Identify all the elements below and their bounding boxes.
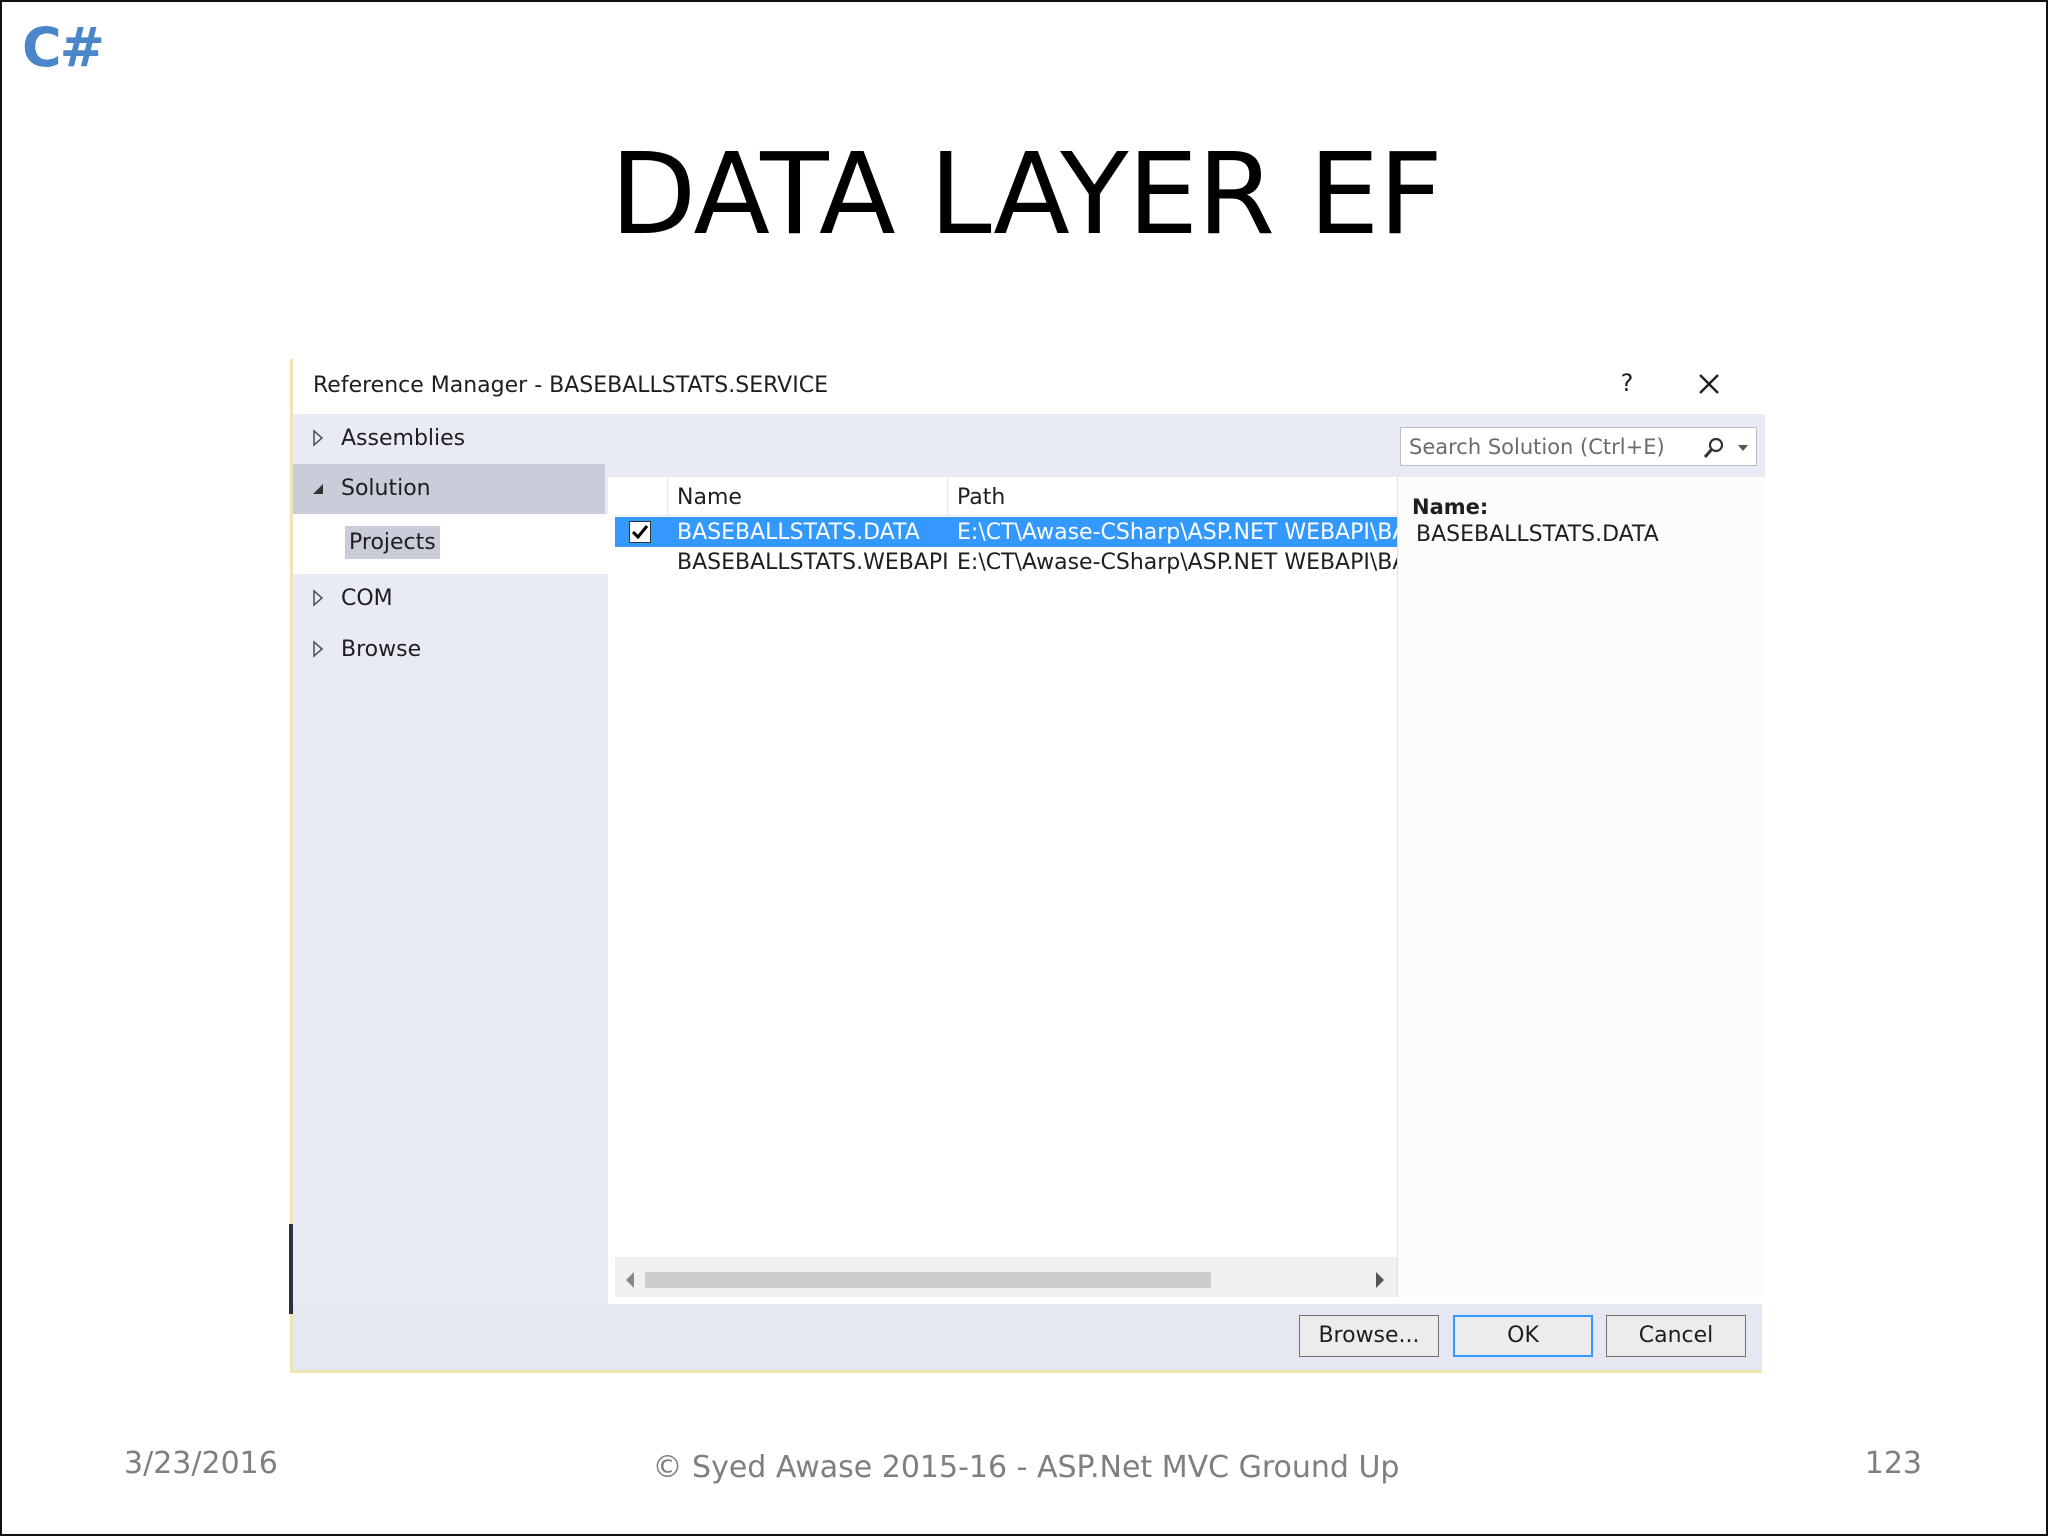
cancel-button[interactable]: Cancel (1606, 1315, 1746, 1357)
check-column-header (615, 477, 668, 515)
slide-title: DATA LAYER EF (610, 130, 1443, 260)
row-checkbox[interactable] (629, 521, 651, 543)
browse-button[interactable]: Browse... (1299, 1315, 1439, 1357)
row-name: BASEBALLSTATS.WEBAPI (677, 550, 949, 575)
horizontal-scrollbar[interactable] (615, 1257, 1397, 1297)
sidebar-item-projects[interactable]: Projects (293, 514, 608, 574)
expand-arrow-icon (313, 429, 324, 447)
help-button[interactable]: ? (1612, 369, 1642, 397)
reference-manager-dialog: Reference Manager - BASEBALLSTATS.SERVIC… (289, 359, 1765, 1373)
sidebar-item-label: Assemblies (341, 426, 466, 451)
row-path: E:\CT\Awase-CSharp\ASP.NET WEBAPI\BAS (957, 520, 1397, 545)
ok-button[interactable]: OK (1453, 1315, 1593, 1357)
close-button[interactable] (1694, 369, 1724, 399)
list-row[interactable]: BASEBALLSTATS.WEBAPI E:\CT\Awase-CSharp\… (615, 547, 1397, 577)
row-path: E:\CT\Awase-CSharp\ASP.NET WEBAPI\BAS (957, 550, 1397, 575)
projects-list: Name Path BASEBALLSTATS.DATA E:\CT\Awase… (615, 477, 1398, 1297)
footer-copyright: © Syed Awase 2015-16 - ASP.Net MVC Groun… (652, 1450, 1400, 1485)
list-row[interactable]: BASEBALLSTATS.DATA E:\CT\Awase-CSharp\AS… (615, 517, 1397, 547)
sidebar-item-label: Solution (341, 476, 431, 501)
row-name: BASEBALLSTATS.DATA (677, 520, 920, 545)
chevron-down-icon[interactable] (1738, 444, 1748, 452)
checkmark-icon (631, 525, 649, 540)
sidebar-item-solution[interactable]: Solution (293, 464, 605, 514)
close-icon (1699, 374, 1719, 394)
sidebar-item-com[interactable]: COM (293, 574, 608, 624)
sidebar-item-label: COM (341, 586, 393, 611)
collapse-arrow-icon (313, 484, 323, 494)
csharp-logo: C# (22, 16, 105, 79)
dialog-title: Reference Manager - BASEBALLSTATS.SERVIC… (313, 373, 828, 398)
search-placeholder: Search Solution (Ctrl+E) (1409, 435, 1665, 459)
details-pane: Name: BASEBALLSTATS.DATA (1398, 477, 1765, 1297)
sidebar-item-browse[interactable]: Browse (293, 625, 608, 675)
column-header-name[interactable]: Name (677, 485, 742, 510)
scroll-left-icon[interactable] (625, 1271, 635, 1289)
dialog-footer: Browse... OK Cancel (293, 1304, 1762, 1370)
sidebar-item-label: Projects (345, 526, 440, 559)
dialog-titlebar: Reference Manager - BASEBALLSTATS.SERVIC… (293, 359, 1762, 414)
scrollbar-thumb[interactable] (645, 1272, 1211, 1288)
detail-name-label: Name: (1412, 495, 1489, 519)
expand-arrow-icon (313, 589, 324, 607)
sidebar: Assemblies Solution Projects COM Browse (293, 414, 608, 1304)
scroll-right-icon[interactable] (1375, 1271, 1385, 1289)
search-icon[interactable] (1702, 436, 1726, 460)
expand-arrow-icon (313, 640, 324, 658)
list-header: Name Path (615, 477, 1397, 516)
page-number: 123 (1864, 1446, 1922, 1481)
column-divider[interactable] (947, 477, 948, 515)
search-input[interactable]: Search Solution (Ctrl+E) (1400, 427, 1757, 466)
slide: C# DATA LAYER EF Reference Manager - BAS… (0, 0, 2048, 1536)
column-header-path[interactable]: Path (957, 485, 1005, 510)
sidebar-item-label: Browse (341, 637, 422, 662)
detail-name-value: BASEBALLSTATS.DATA (1416, 522, 1659, 547)
sidebar-item-assemblies[interactable]: Assemblies (293, 414, 608, 464)
